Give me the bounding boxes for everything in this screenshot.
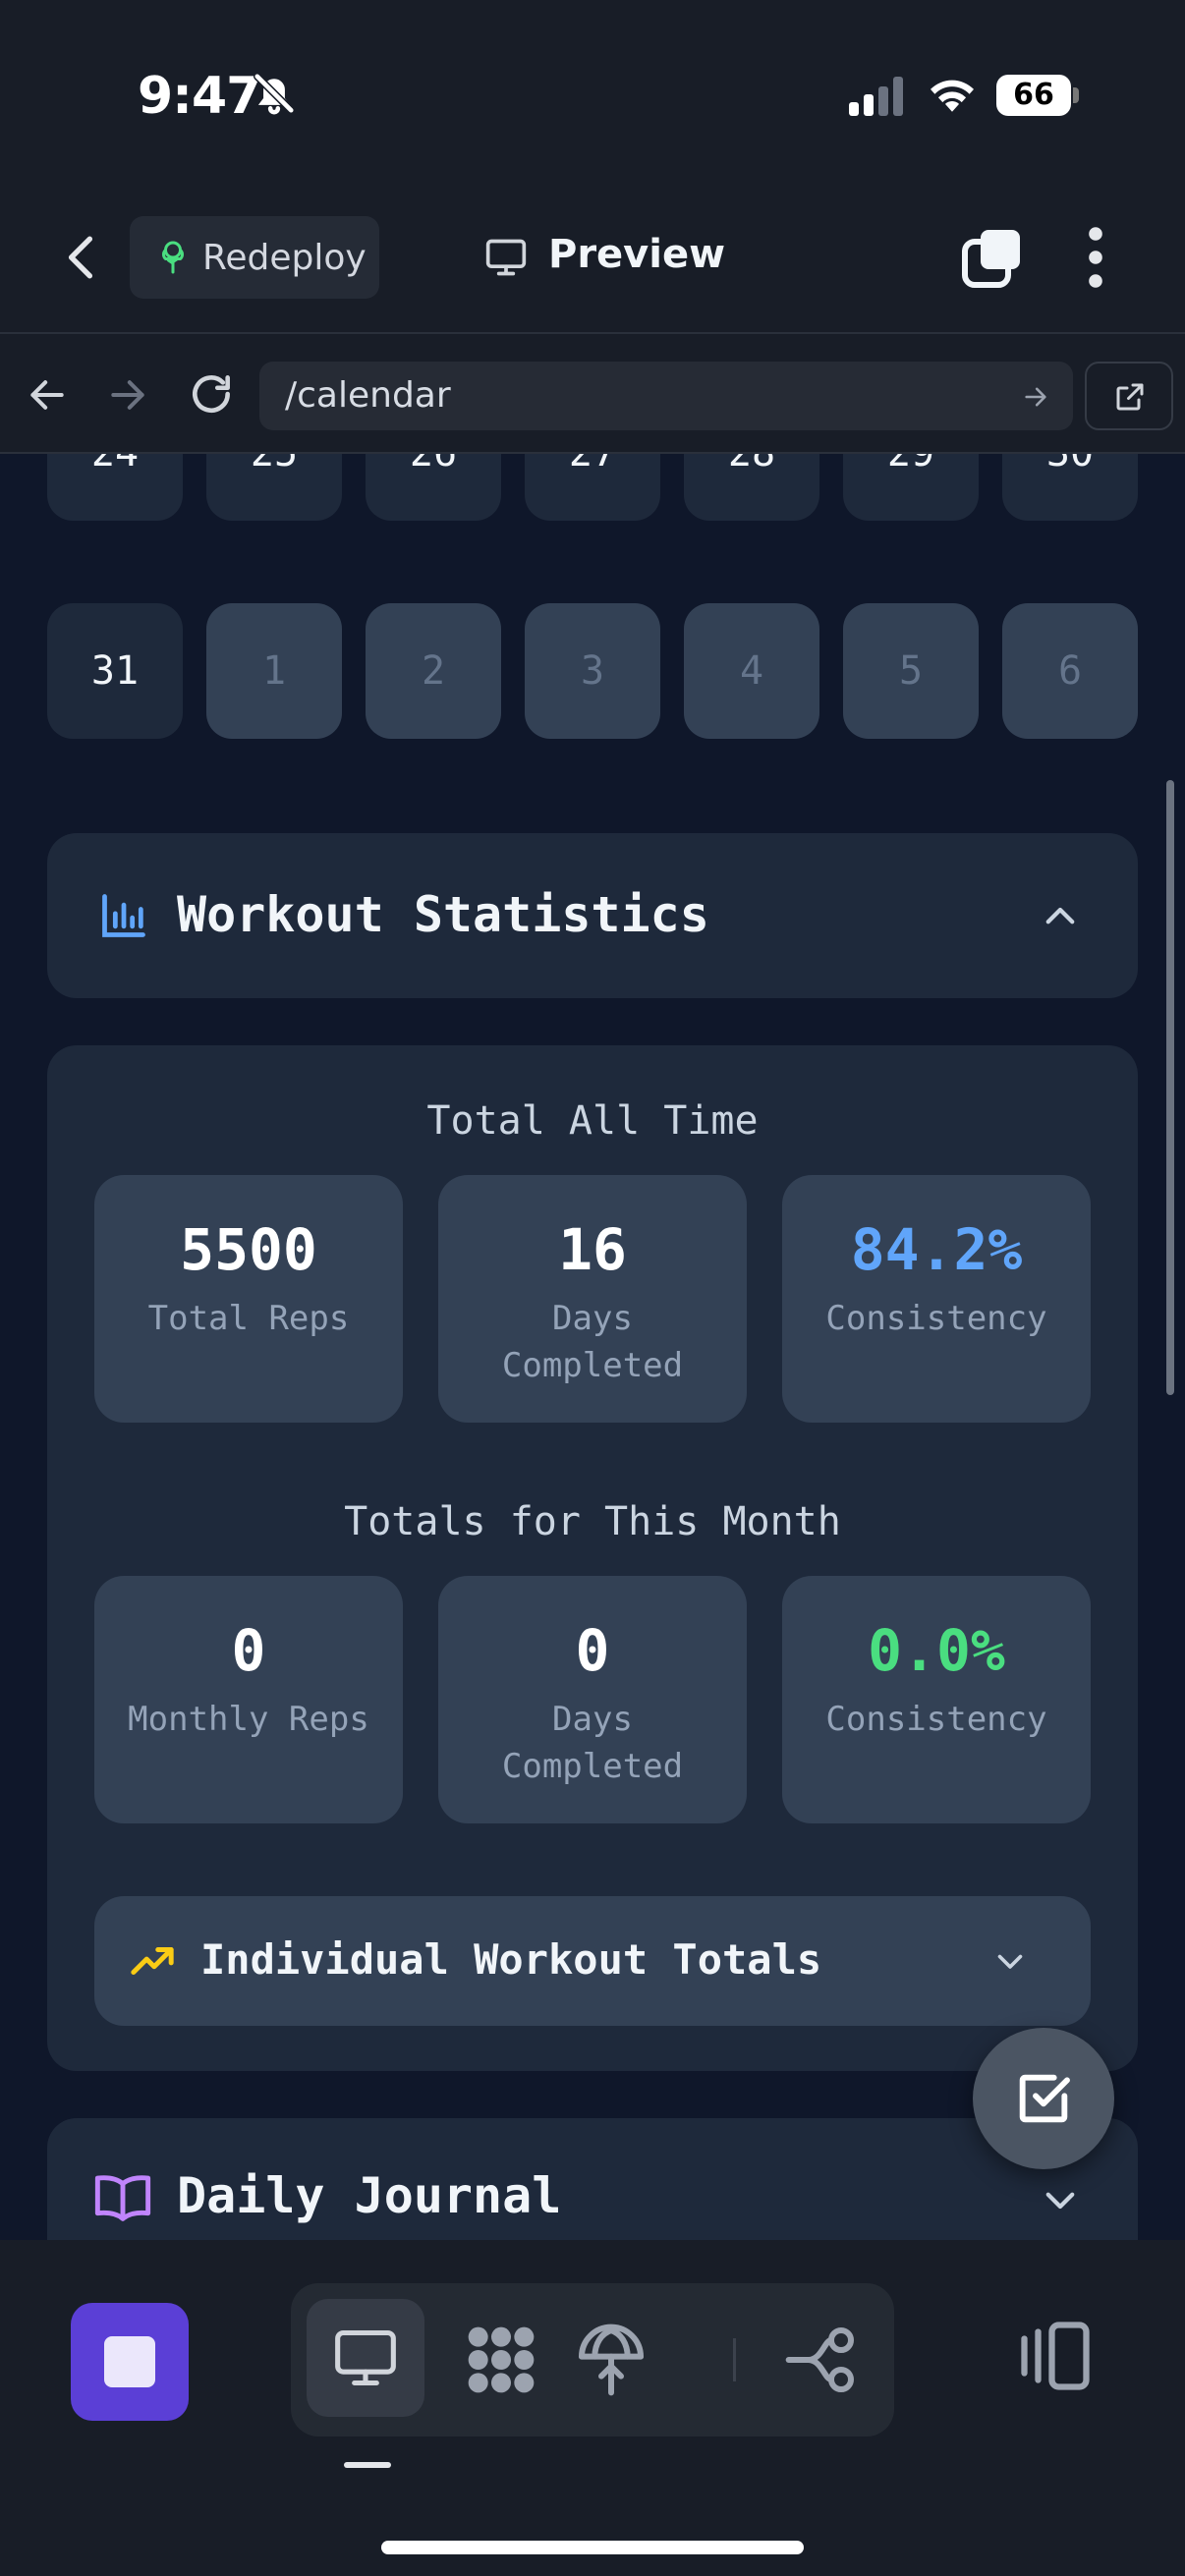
redeploy-button[interactable]: Redeploy <box>130 216 379 299</box>
calendar-day-next-month[interactable]: 6 <box>1002 603 1138 739</box>
bell-off-icon <box>253 72 296 115</box>
panel-icon[interactable] <box>1014 2315 1097 2397</box>
toolbar-divider <box>733 2338 736 2381</box>
monitor-icon <box>485 239 527 276</box>
check-square-icon <box>1019 2074 1070 2123</box>
individual-workout-totals-toggle[interactable]: Individual Workout Totals <box>94 1896 1091 2026</box>
scrollbar-thumb[interactable] <box>1166 780 1174 1395</box>
chevron-up-icon <box>1045 907 1075 924</box>
workout-statistics-panel: Total All Time 5500 Total Reps 16 Days C… <box>47 1045 1138 2071</box>
battery-indicator: 66 <box>996 75 1079 116</box>
daily-journal-toggle[interactable]: Daily Journal <box>47 2118 1138 2240</box>
arrow-right-icon[interactable] <box>106 373 149 417</box>
tool-switcher <box>291 2283 894 2436</box>
days-completed-card: 16 Days Completed <box>438 1175 747 1423</box>
open-external-button[interactable] <box>1085 362 1173 430</box>
this-month-heading: Totals for This Month <box>344 1499 841 1544</box>
calendar-day-next-month[interactable]: 1 <box>206 603 342 739</box>
monthly-consistency-label: Consistency <box>825 1700 1047 1739</box>
calendar-day[interactable]: 27 <box>525 454 660 521</box>
calendar-day[interactable]: 29 <box>843 454 979 521</box>
url-text: /calendar <box>285 375 451 416</box>
all-time-heading: Total All Time <box>426 1098 759 1144</box>
bottom-toolbar <box>0 2240 1185 2576</box>
calendar-day[interactable]: 31 <box>47 603 183 739</box>
kebab-icon[interactable] <box>1081 226 1110 289</box>
branch-icon[interactable] <box>782 2321 861 2399</box>
calendar-day-next-month[interactable]: 5 <box>843 603 979 739</box>
calendar-day[interactable]: 25 <box>206 454 342 521</box>
bar-chart-icon <box>102 894 145 937</box>
total-reps-label: Total Reps <box>147 1299 350 1338</box>
preview-label: Preview <box>548 232 726 277</box>
book-open-icon <box>94 2175 151 2221</box>
arrow-left-icon[interactable] <box>26 373 69 417</box>
calendar-day[interactable]: 30 <box>1002 454 1138 521</box>
redeploy-label: Redeploy <box>202 238 367 278</box>
workout-statistics-title: Workout Statistics <box>177 886 709 943</box>
individual-workout-totals-label: Individual Workout Totals <box>200 1935 822 1984</box>
trending-up-icon <box>131 1947 174 1975</box>
monthly-days-completed-card: 0 Days Completed <box>438 1576 747 1823</box>
browser-toolbar: /calendar <box>0 332 1185 454</box>
monthly-days-completed-value: 0 <box>575 1617 610 1684</box>
consistency-value: 84.2% <box>850 1216 1023 1283</box>
back-icon[interactable] <box>57 228 106 287</box>
cellular-signal-icon <box>849 77 903 116</box>
chevron-down-icon <box>1045 2192 1075 2210</box>
daily-journal-title: Daily Journal <box>177 2167 562 2224</box>
check-fab-button[interactable] <box>973 2028 1114 2169</box>
calendar-day-next-month[interactable]: 2 <box>366 603 501 739</box>
total-reps-card: 5500 Total Reps <box>94 1175 403 1423</box>
total-reps-value: 5500 <box>180 1216 317 1283</box>
go-arrow-icon[interactable] <box>1022 383 1049 411</box>
deploy-icon[interactable] <box>572 2321 650 2399</box>
monthly-reps-label: Monthly Reps <box>128 1700 369 1739</box>
calendar-day[interactable]: 28 <box>684 454 819 521</box>
app-header: 9:47 66 Redeploy Preview <box>0 0 1185 332</box>
days-completed-value: 16 <box>558 1216 627 1283</box>
external-link-icon <box>1116 383 1144 411</box>
reload-icon[interactable] <box>187 369 236 419</box>
consistency-card: 84.2% Consistency <box>782 1175 1091 1423</box>
workout-statistics-toggle[interactable]: Workout Statistics <box>47 833 1138 998</box>
chevron-down-icon <box>997 1954 1023 1969</box>
battery-level: 66 <box>1013 78 1054 112</box>
monthly-consistency-value: 0.0% <box>868 1617 1005 1684</box>
calendar-day[interactable]: 26 <box>366 454 501 521</box>
wifi-icon <box>931 80 974 112</box>
monthly-days-completed-label: Days Completed <box>501 1700 684 1786</box>
url-input[interactable]: /calendar <box>259 362 1073 430</box>
status-time: 9:47 <box>138 67 261 126</box>
consistency-label: Consistency <box>825 1299 1047 1338</box>
home-indicator <box>381 2541 804 2554</box>
calendar-day-next-month[interactable]: 3 <box>525 603 660 739</box>
monitor-icon <box>335 2329 396 2386</box>
grid-blob-icon[interactable] <box>462 2321 540 2399</box>
monthly-reps-card: 0 Monthly Reps <box>94 1576 403 1823</box>
monthly-reps-value: 0 <box>231 1617 266 1684</box>
stop-button[interactable] <box>71 2303 189 2421</box>
calendar-day-next-month[interactable]: 4 <box>684 603 819 739</box>
tree-icon <box>162 241 184 274</box>
active-tab-indicator <box>344 2462 391 2468</box>
calendar-day[interactable]: 24 <box>47 454 183 521</box>
web-content: 24 25 26 27 28 29 30 31 1 2 3 4 5 6 Work… <box>0 454 1185 2240</box>
preview-tool-button[interactable] <box>307 2299 424 2417</box>
tabs-icon[interactable] <box>961 226 1024 289</box>
monthly-consistency-card: 0.0% Consistency <box>782 1576 1091 1823</box>
days-completed-label: Days Completed <box>501 1299 684 1385</box>
stop-icon <box>104 2336 155 2387</box>
